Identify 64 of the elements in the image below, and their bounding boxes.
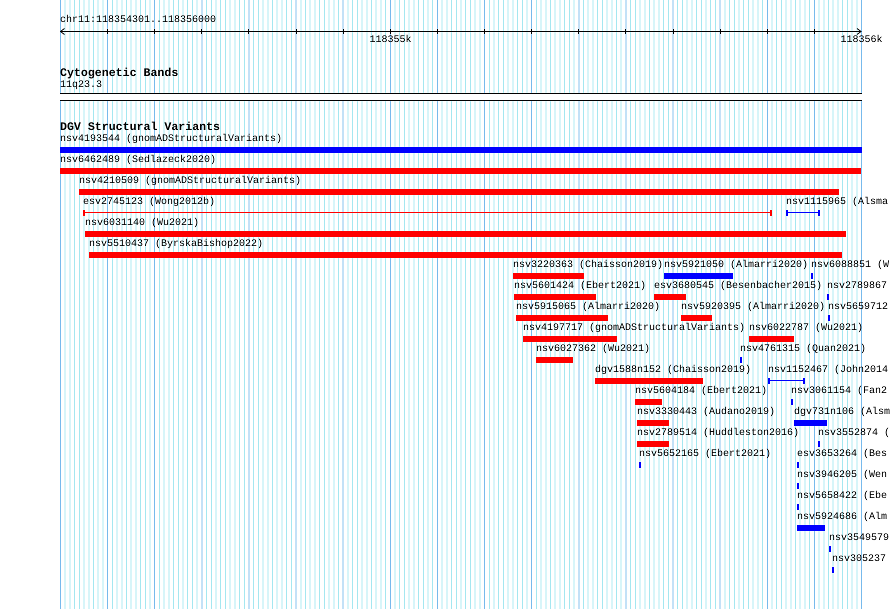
variant-bar[interactable]: [654, 294, 686, 300]
variant-bar[interactable]: [681, 315, 712, 321]
cytoband-label: 11q23.3: [60, 80, 102, 92]
ruler-label: 118356k: [840, 35, 882, 47]
variant-bar[interactable]: [749, 336, 794, 342]
variant-bar[interactable]: [794, 420, 827, 426]
ruler-label: 118355k: [370, 35, 412, 47]
variant-label: nsv5920395 (Almarri2020): [681, 302, 826, 314]
variant-label: nsv2789514 (Huddleston2016): [637, 428, 800, 440]
variant-label: nsv3330443 (Audano2019): [637, 407, 776, 419]
variant-interval[interactable]: [786, 210, 820, 216]
variant-label: nsv3061154 (Fan2: [791, 386, 888, 398]
variant-bar[interactable]: [635, 399, 662, 405]
variant-label: esv3680545 (Besenbacher2015): [654, 281, 822, 293]
variant-bar[interactable]: [536, 357, 573, 363]
track-title: DGV Structural Variants: [60, 121, 220, 134]
variant-bar[interactable]: [514, 294, 596, 300]
variant-label: nsv6027362 (Wu2021): [536, 344, 650, 356]
variant-bar[interactable]: [637, 420, 669, 426]
variant-label: nsv5510437 (ByrskaBishop2022): [89, 239, 264, 251]
variant-label: nsv6462489 (Sedlazeck2020): [60, 155, 216, 167]
variant-bar[interactable]: [60, 147, 862, 153]
variant-label: nsv3549579: [829, 533, 890, 545]
variant-interval[interactable]: [83, 210, 772, 216]
variant-label: nsv1152467 (John2014: [768, 365, 888, 377]
variant-bar[interactable]: [516, 315, 608, 321]
variant-label: nsv4761315 (Quan2021): [740, 344, 866, 356]
variant-label: nsv2789867: [827, 281, 888, 293]
variant-label: esv2745123 (Wong2012b): [83, 197, 216, 209]
variant-label: nsv5604184 (Ebert2021): [635, 386, 768, 398]
variant-label: nsv3220363 (Chaisson2019): [513, 260, 664, 272]
location-label: chr11:118354301..118356000: [60, 15, 216, 27]
variant-label: nsv1115965 (Alsma: [786, 197, 888, 209]
variant-label: nsv6031140 (Wu2021): [85, 218, 200, 230]
variant-bar[interactable]: [89, 252, 842, 258]
variant-label: nsv4210509 (gnomADStructuralVariants): [79, 176, 302, 188]
variant-label: esv3653264 (Bes: [797, 449, 888, 461]
variant-label: nsv3552874 (: [818, 428, 890, 440]
variant-label: nsv305237: [832, 554, 886, 566]
track-title: Cytogenetic Bands: [60, 67, 178, 80]
variant-bar[interactable]: [637, 441, 669, 447]
variant-bar[interactable]: [79, 189, 839, 195]
variant-bar[interactable]: [513, 273, 584, 279]
variant-label: nsv6088851 (W: [811, 260, 890, 272]
variant-label: nsv5658422 (Ebe: [797, 491, 888, 503]
variant-label: nsv5652165 (Ebert2021): [639, 449, 772, 461]
variant-label: nsv5659712: [828, 302, 888, 314]
variant-interval[interactable]: [768, 378, 805, 384]
variant-label: dgv1588n152 (Chaisson2019): [595, 365, 752, 377]
variant-label: nsv5915065 (Almarri2020): [516, 302, 660, 314]
variant-bar[interactable]: [85, 231, 846, 237]
variant-label: nsv6022787 (Wu2021): [749, 323, 864, 335]
variant-label: nsv5921050 (Almarri2020): [664, 260, 808, 272]
variant-label: nsv5601424 (Ebert2021): [514, 281, 646, 293]
variant-bar[interactable]: [664, 273, 733, 279]
variant-bar[interactable]: [60, 168, 861, 174]
variant-bar[interactable]: [523, 336, 617, 342]
variant-label: nsv3946205 (Wen: [797, 470, 888, 482]
variant-label: nsv4193544 (gnomADStructuralVariants): [60, 134, 282, 146]
variant-label: nsv5924686 (Alm: [797, 512, 888, 524]
variant-bar[interactable]: [797, 525, 825, 531]
variant-label: nsv4197717 (gnomADStructuralVariants): [523, 323, 746, 335]
variant-bar[interactable]: [595, 378, 703, 384]
variant-label: dgv731n106 (Alsm: [794, 407, 890, 419]
